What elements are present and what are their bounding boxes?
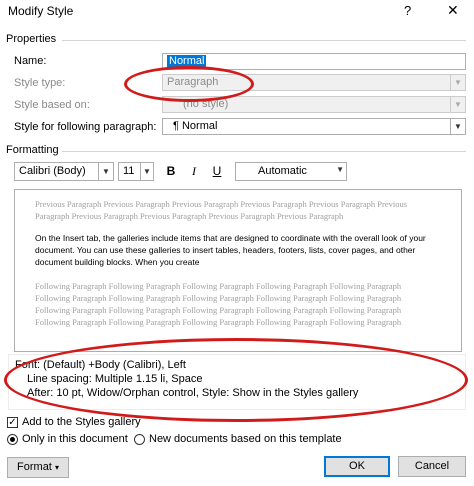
preview-following-line-4: Following Paragraph Following Paragraph …: [35, 317, 402, 327]
help-icon[interactable]: ?: [404, 3, 411, 18]
font-size-select[interactable]: 11 ▼: [118, 162, 154, 181]
close-icon[interactable]: ✕: [447, 2, 459, 19]
chevron-down-icon: ▼: [450, 119, 465, 134]
style-based-on-select[interactable]: (no style) ▼: [162, 96, 466, 113]
description-line-1: Font: (Default) +Body (Calibri), Left: [15, 359, 186, 371]
underline-button[interactable]: U: [207, 162, 227, 180]
italic-button[interactable]: I: [184, 162, 204, 180]
only-this-document-label[interactable]: Only in this document: [22, 433, 128, 445]
style-description: Font: (Default) +Body (Calibri), Left Li…: [8, 354, 466, 410]
preview-body-line-2: document. You can use these galleries to…: [35, 245, 416, 255]
style-preview: Previous Paragraph Previous Paragraph Pr…: [14, 189, 462, 352]
add-to-gallery-label[interactable]: Add to the Styles gallery: [22, 416, 141, 428]
formatting-divider: [62, 151, 466, 152]
chevron-down-icon: ▼: [450, 97, 465, 112]
cancel-button[interactable]: Cancel: [398, 456, 466, 477]
preview-previous-line-2: Paragraph Previous Paragraph Previous Pa…: [35, 211, 344, 221]
formatting-section-label: Formatting: [6, 144, 59, 156]
preview-following-line-2: Following Paragraph Following Paragraph …: [35, 293, 402, 303]
description-line-3: After: 10 pt, Widow/Orphan control, Styl…: [27, 387, 359, 399]
chevron-down-icon: ▾: [54, 463, 59, 472]
chevron-down-icon: ▼: [98, 163, 113, 180]
following-paragraph-value: ¶ Normal: [173, 120, 218, 132]
description-line-2: Line spacing: Multiple 1.15 li, Space: [27, 373, 203, 385]
style-type-label: Style type:: [14, 77, 66, 89]
preview-body-line-1: On the Insert tab, the galleries include…: [35, 233, 426, 243]
font-color-select[interactable]: Automatic ▼: [235, 162, 347, 181]
ok-button[interactable]: OK: [324, 456, 390, 477]
name-field[interactable]: Normal: [162, 53, 466, 70]
font-value: Calibri (Body): [19, 165, 86, 177]
preview-previous-line-1: Previous Paragraph Previous Paragraph Pr…: [35, 199, 408, 209]
style-type-value: Paragraph: [167, 76, 219, 88]
font-select[interactable]: Calibri (Body) ▼: [14, 162, 114, 181]
preview-following-line-1: Following Paragraph Following Paragraph …: [35, 281, 402, 291]
name-label: Name:: [14, 55, 47, 67]
preview-body-line-3: document building blocks. When you creat…: [35, 257, 200, 267]
font-color-value: Automatic: [258, 165, 307, 177]
name-value: Normal: [167, 55, 207, 67]
only-this-document-radio[interactable]: [7, 434, 18, 445]
font-size-value: 11: [123, 165, 135, 177]
new-documents-label[interactable]: New documents based on this template: [149, 433, 342, 445]
format-button-label: Format: [17, 461, 52, 473]
preview-following-line-3: Following Paragraph Following Paragraph …: [35, 305, 402, 315]
format-button[interactable]: Format ▾: [7, 457, 69, 478]
following-paragraph-label: Style for following paragraph:: [14, 121, 157, 133]
properties-divider: [62, 40, 466, 41]
window-title: Modify Style: [8, 4, 74, 18]
following-paragraph-select[interactable]: ¶ Normal ▼: [162, 118, 466, 135]
bold-button[interactable]: B: [161, 162, 181, 180]
style-based-on-label: Style based on:: [14, 99, 90, 111]
chevron-down-icon: ▼: [140, 163, 153, 180]
style-type-select[interactable]: Paragraph ▼: [162, 74, 466, 91]
new-documents-radio[interactable]: [134, 434, 145, 445]
chevron-down-icon: ▼: [450, 75, 465, 90]
chevron-down-icon: ▼: [336, 165, 344, 174]
style-based-on-value: (no style): [183, 98, 229, 110]
add-to-gallery-checkbox[interactable]: ✓: [7, 417, 18, 428]
properties-section-label: Properties: [6, 33, 57, 45]
